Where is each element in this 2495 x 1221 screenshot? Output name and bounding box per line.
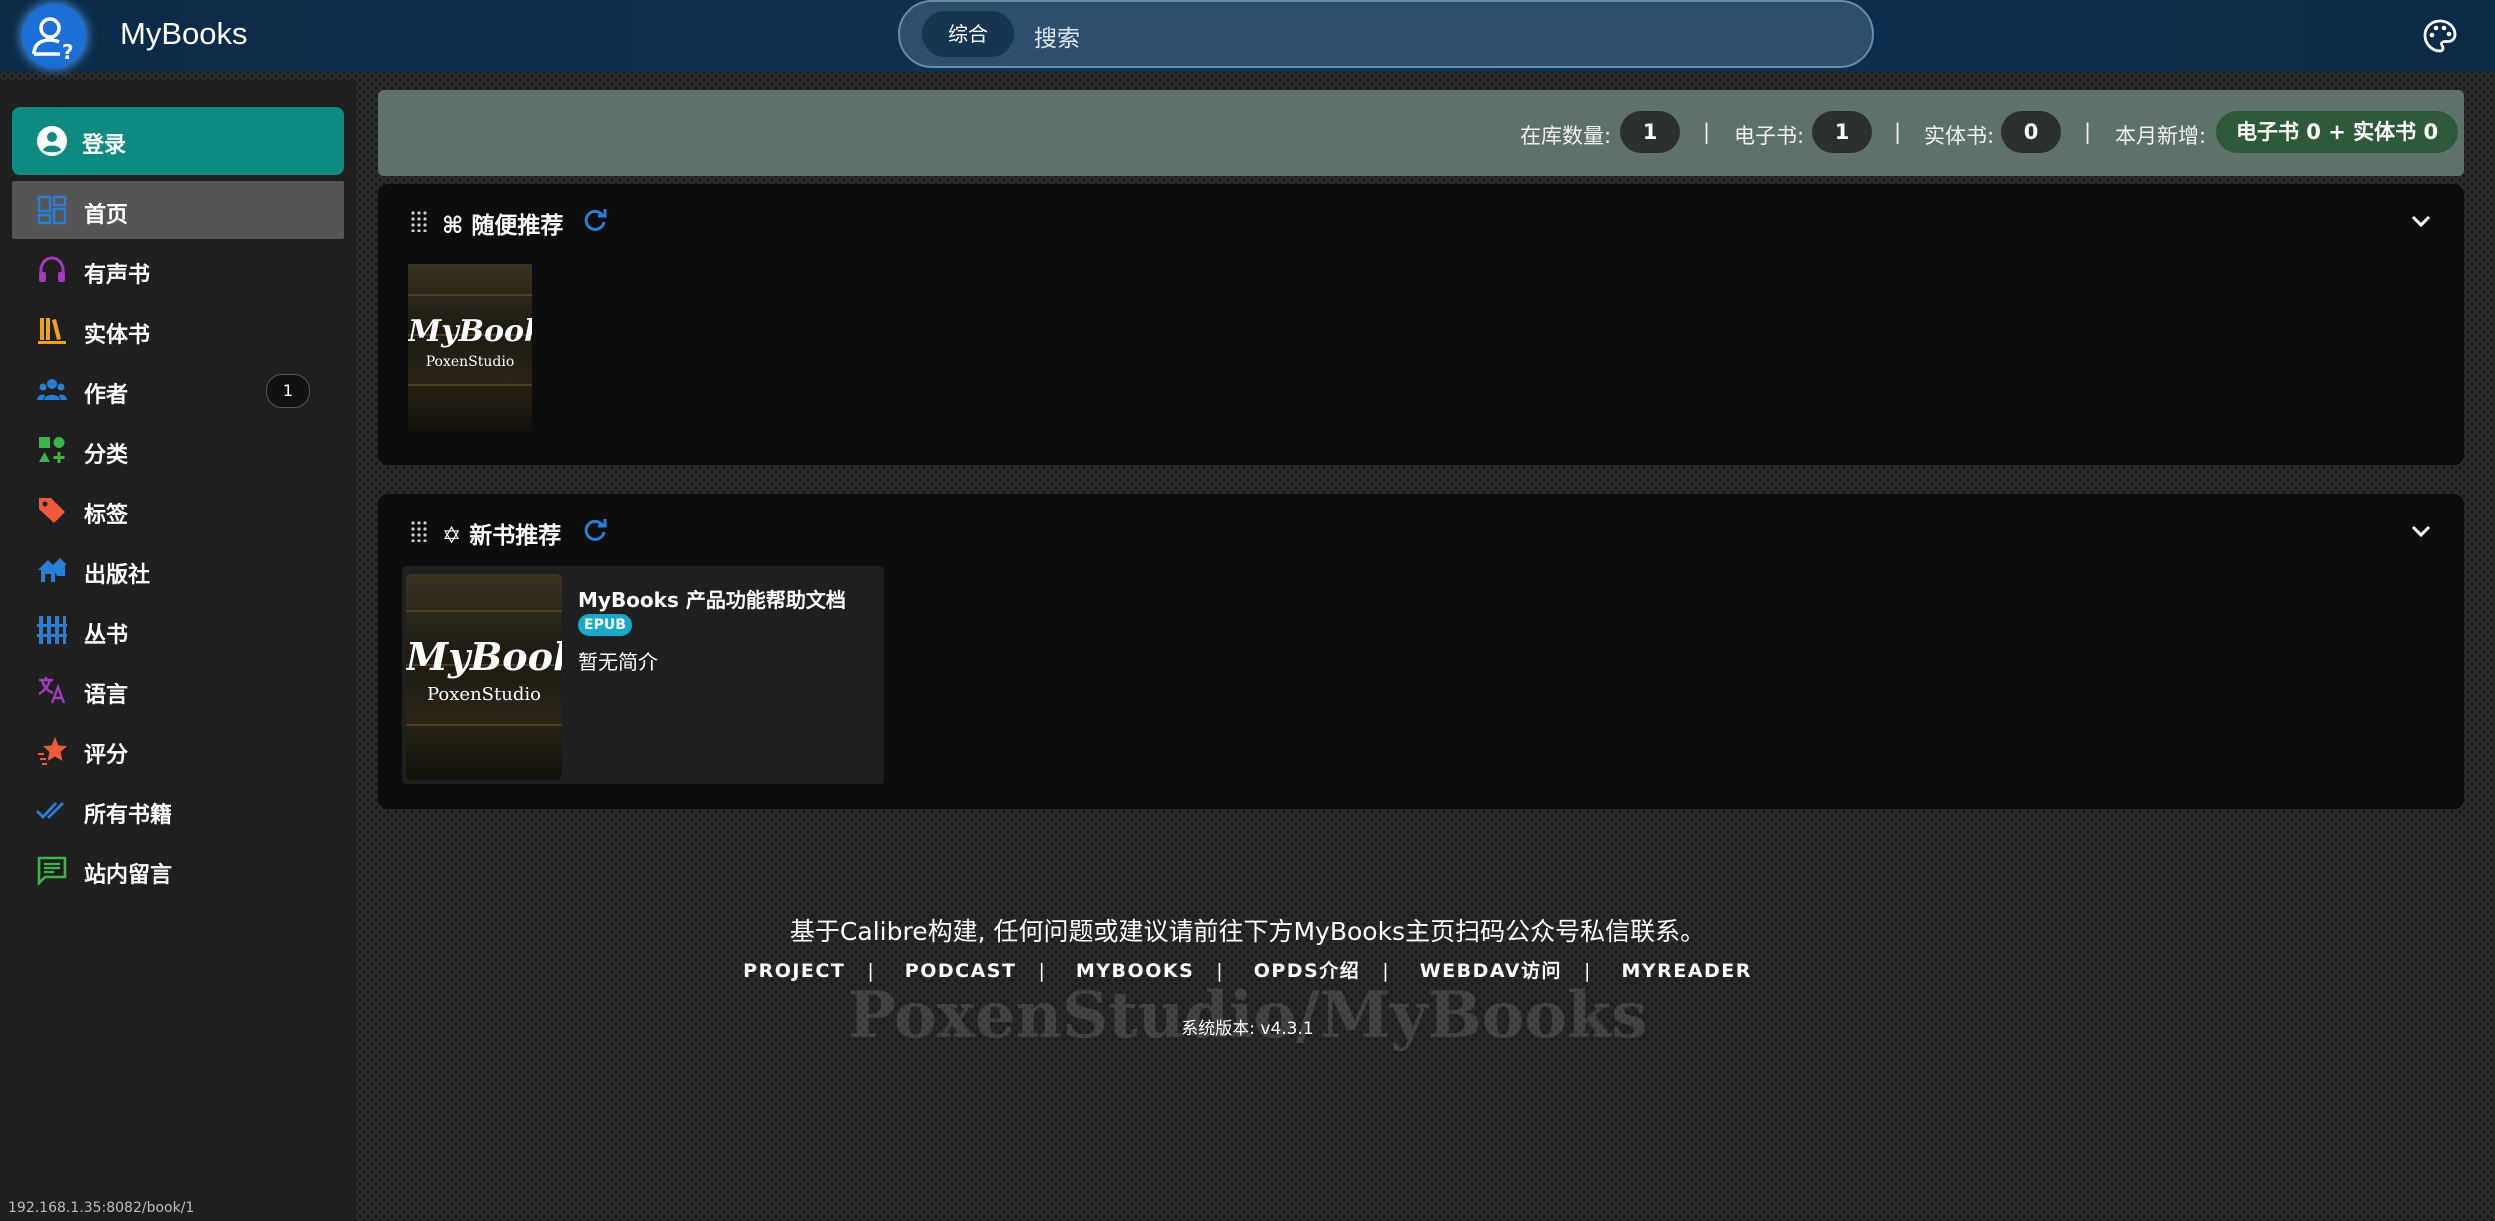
book-cover[interactable]: MyBooks PoxenStudio	[408, 264, 532, 432]
cover-title: MyBooks	[408, 314, 532, 349]
search-scope-chip[interactable]: 综合	[922, 11, 1014, 57]
sidebar-item-authors[interactable]: 作者 1	[12, 361, 344, 419]
ebook-count-label: 电子书:	[1734, 124, 1805, 148]
system-version: 系统版本: v4.3.1	[1181, 1019, 1314, 1039]
footer-link-webdav[interactable]: WEBDAV访问	[1420, 960, 1562, 982]
sidebar-item-tags[interactable]: 标签	[12, 481, 344, 539]
sidebar-item-label: 有声书	[84, 263, 151, 288]
sidebar-item-label: 分类	[84, 443, 129, 468]
footer-link-opds[interactable]: OPDS介绍	[1254, 960, 1361, 982]
cover-subtitle: PoxenStudio	[425, 354, 515, 370]
monthly-new-label: 本月新增:	[2115, 124, 2207, 148]
sidebar-item-home[interactable]: 首页	[12, 181, 344, 239]
book-cover[interactable]: MyBooks PoxenStudio	[406, 574, 562, 780]
sidebar-item-label: 标签	[84, 503, 129, 528]
status-url: 192.168.1.35:8082/book/1	[8, 1200, 195, 1216]
format-badge: EPUB	[578, 614, 632, 636]
total-count-label: 在库数量:	[1520, 124, 1612, 148]
account-circle-icon	[37, 126, 67, 156]
brand-title[interactable]: MyBooks	[120, 16, 247, 52]
people-icon	[37, 379, 67, 400]
search-bar[interactable]: 综合 搜索	[898, 0, 1874, 68]
sidebar-item-series[interactable]: 丛书	[12, 601, 344, 659]
footer-link-myreader[interactable]: MYREADER	[1621, 960, 1751, 982]
sidebar-item-categories[interactable]: 分类	[12, 421, 344, 479]
headphones-icon	[39, 256, 65, 282]
double-check-icon	[36, 802, 64, 820]
sidebar-item-publishers[interactable]: 出版社	[12, 541, 344, 599]
sidebar-item-all-books[interactable]: 所有书籍	[12, 781, 344, 839]
panel-title: ⌘ 随便推荐	[442, 213, 564, 239]
bookshelf-icon	[38, 318, 66, 344]
panel-title: ✡ 新书推荐	[442, 523, 562, 549]
sidebar-item-label: 语言	[84, 683, 129, 708]
sidebar-item-label: 站内留言	[84, 863, 173, 888]
stats-separator: |	[1703, 120, 1711, 144]
stats-bar: 在库数量: 1 | 电子书: 1 | 实体书: 0 | 本月新增: 电子书 0 …	[378, 90, 2464, 176]
login-label: 登录	[82, 133, 127, 158]
physical-count-value: 0	[2001, 111, 2061, 153]
top-bar: ? MyBooks 综合 搜索	[0, 0, 2495, 72]
chevron-down-icon[interactable]	[2408, 518, 2434, 544]
footer-links: PROJECT | PODCAST | MYBOOKS | OPDS介绍 | WEBDA…	[743, 960, 1752, 982]
house-icon	[38, 558, 67, 582]
sidebar-item-languages[interactable]: 语言	[12, 661, 344, 719]
monthly-new-value: 电子书 0 + 实体书 0	[2216, 111, 2459, 153]
total-count-value: 1	[1620, 111, 1680, 153]
series-icon	[37, 616, 67, 644]
ebook-count-value: 1	[1812, 111, 1872, 153]
cover-title: MyBooks	[406, 634, 562, 679]
book-title[interactable]: MyBooks 产品功能帮助文档	[578, 584, 846, 613]
sidebar-item-label: 作者	[84, 383, 129, 408]
sidebar-item-physical-books[interactable]: 实体书	[12, 301, 344, 359]
book-description: 暂无简介	[578, 650, 658, 674]
sidebar-item-label: 评分	[84, 743, 129, 768]
sidebar-item-messages[interactable]: 站内留言	[12, 841, 344, 899]
drag-handle-icon[interactable]	[410, 210, 428, 232]
footer-text: 基于Calibre构建, 任何问题或建议请前往下方MyBooks主页扫码公众号私…	[789, 917, 1706, 946]
refresh-icon[interactable]	[582, 208, 608, 234]
stats-separator: |	[1894, 120, 1902, 144]
sidebar-item-label: 实体书	[84, 323, 151, 348]
user-help-icon[interactable]: ?	[22, 4, 86, 68]
sidebar-item-label: 所有书籍	[84, 803, 173, 828]
footer-link-mybooks[interactable]: MYBOOKS	[1076, 960, 1194, 982]
sidebar-item-label: 出版社	[84, 563, 151, 588]
new-books-panel: ✡ 新书推荐 MyBooks PoxenStudio MyBooks 产品功能帮…	[378, 494, 2464, 809]
cover-subtitle: PoxenStudio	[427, 684, 541, 705]
message-icon	[37, 856, 67, 886]
shapes-icon	[39, 437, 65, 463]
sidebar-item-label: 首页	[84, 203, 129, 228]
footer-link-podcast[interactable]: PODCAST	[905, 960, 1017, 982]
star-icon	[38, 737, 67, 765]
search-input[interactable]: 搜索	[1034, 19, 1080, 53]
dashboard-icon	[37, 195, 67, 225]
chevron-down-icon[interactable]	[2408, 208, 2434, 234]
sidebar-item-ratings[interactable]: 评分	[12, 721, 344, 779]
sidebar-item-audiobooks[interactable]: 有声书	[12, 241, 344, 299]
palette-icon[interactable]	[2422, 18, 2458, 54]
login-button[interactable]: 登录	[12, 107, 344, 175]
svg-text:?: ?	[62, 40, 74, 64]
tag-icon	[39, 498, 65, 523]
refresh-icon[interactable]	[582, 518, 608, 544]
sidebar-item-label: 丛书	[84, 623, 129, 648]
book-card[interactable]: MyBooks PoxenStudio MyBooks 产品功能帮助文档 EPU…	[402, 566, 884, 784]
translate-icon	[38, 677, 66, 704]
drag-handle-icon[interactable]	[410, 520, 428, 542]
count-badge: 1	[266, 374, 310, 408]
footer-link-project[interactable]: PROJECT	[743, 960, 845, 982]
random-recommend-panel: ⌘ 随便推荐 MyBooks PoxenStudio	[378, 184, 2464, 465]
physical-count-label: 实体书:	[1924, 124, 1995, 148]
stats-separator: |	[2084, 120, 2092, 144]
